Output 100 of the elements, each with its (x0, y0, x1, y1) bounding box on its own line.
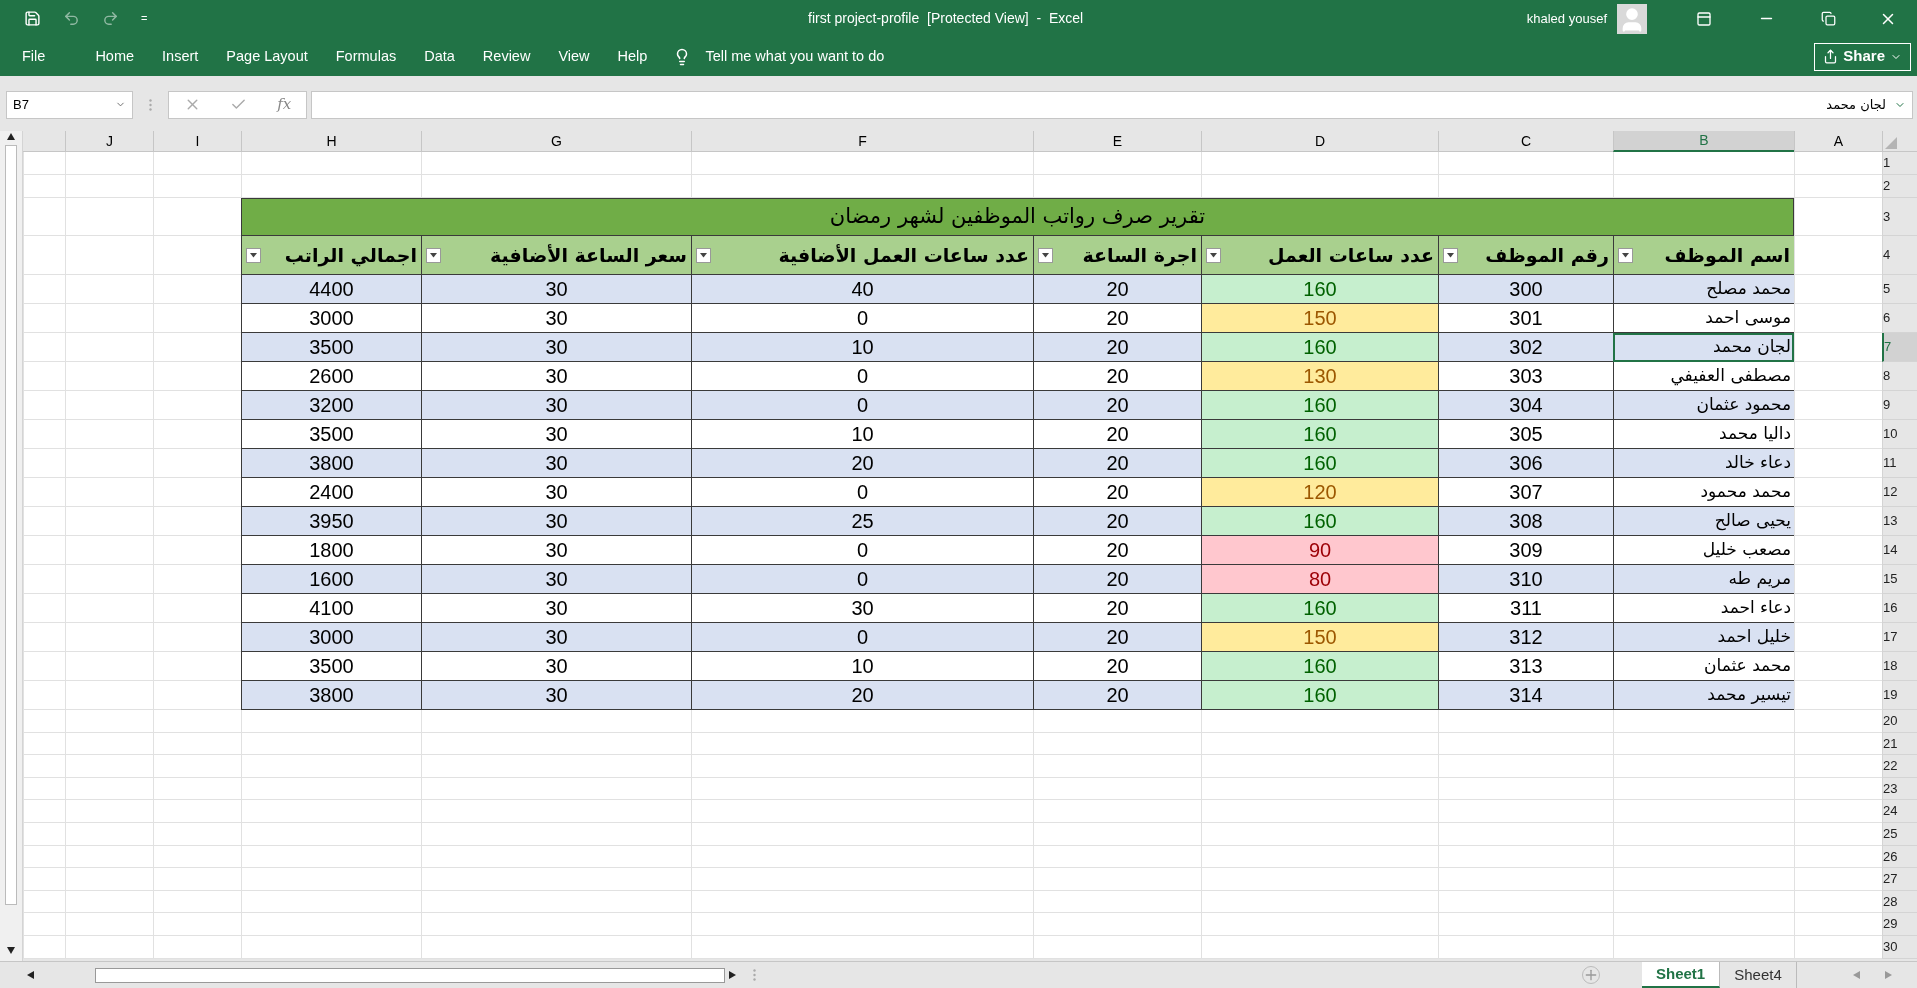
formula-input[interactable]: لجان محمد (311, 90, 1913, 119)
grid-cell[interactable] (421, 777, 691, 801)
grid-cell[interactable] (153, 845, 241, 869)
grid-cell[interactable] (23, 623, 65, 652)
sheet-prev-icon[interactable] (1853, 971, 1861, 979)
row-header[interactable]: 24 (1882, 800, 1917, 823)
grid-cell[interactable] (23, 478, 65, 507)
grid-cell[interactable] (241, 152, 421, 175)
row-header[interactable]: 1 (1882, 152, 1917, 175)
grid-cell[interactable] (153, 623, 241, 652)
ribbon-display-icon[interactable] (1696, 10, 1712, 27)
grid-cell[interactable] (153, 913, 241, 936)
ribbon-tab[interactable]: Help (603, 45, 662, 68)
grid-cell[interactable] (65, 845, 153, 869)
column-header[interactable]: F (691, 131, 1033, 152)
table-cell[interactable]: لجان محمد (1613, 333, 1794, 362)
grid-cell[interactable] (65, 536, 153, 565)
grid-cell[interactable] (23, 152, 65, 175)
grid-cell[interactable] (65, 652, 153, 681)
tell-me-field[interactable]: Tell me what you want to do (705, 45, 885, 68)
row-header[interactable]: 16 (1882, 594, 1917, 623)
row-header[interactable]: 2 (1882, 175, 1917, 198)
grid-cell[interactable] (691, 777, 1033, 801)
grid-cell[interactable] (153, 777, 241, 801)
row-header[interactable]: 8 (1882, 362, 1917, 391)
grid-cell[interactable] (421, 152, 691, 175)
table-cell[interactable]: محمد محمود (1613, 478, 1794, 507)
filter-button[interactable] (1443, 247, 1458, 263)
column-header[interactable]: H (241, 131, 421, 152)
filter-button[interactable] (426, 247, 441, 263)
grid-cell[interactable] (153, 362, 241, 391)
table-cell[interactable]: موسى احمد (1613, 304, 1794, 333)
table-cell[interactable]: مصطفى العفيفي (1613, 362, 1794, 391)
row-header[interactable]: 25 (1882, 822, 1917, 846)
scroll-down-icon[interactable] (7, 947, 15, 955)
grid-cell[interactable] (1033, 800, 1201, 823)
row-header[interactable]: 26 (1882, 845, 1917, 869)
grid-cell[interactable] (1794, 777, 1882, 801)
row-header[interactable]: 6 (1882, 304, 1917, 333)
ribbon-tab[interactable]: Insert (148, 45, 213, 68)
grid-cell[interactable] (153, 420, 241, 449)
ribbon-tab[interactable]: Data (410, 45, 469, 68)
grid-cell[interactable] (153, 478, 241, 507)
restore-icon[interactable] (1821, 11, 1836, 26)
grid-cell[interactable] (65, 594, 153, 623)
scroll-left-icon[interactable] (27, 971, 35, 979)
grid-cell[interactable] (153, 449, 241, 478)
grid-cell[interactable] (241, 845, 421, 869)
grid-cell[interactable] (65, 362, 153, 391)
grid-cell[interactable] (691, 800, 1033, 823)
grid-cell[interactable] (1794, 913, 1882, 936)
grid-cell[interactable] (1613, 800, 1794, 823)
grid-cell[interactable] (1033, 890, 1201, 914)
table-cell[interactable]: يحيى صالح (1613, 507, 1794, 536)
row-header[interactable]: 23 (1882, 777, 1917, 801)
share-button[interactable]: Share (1814, 42, 1911, 71)
insert-function-button[interactable]: fx (277, 93, 292, 116)
ribbon-tab[interactable]: Formulas (321, 45, 411, 68)
grid-cell[interactable] (1794, 391, 1882, 420)
grid-cell[interactable] (1613, 935, 1794, 959)
grid-cell[interactable] (1201, 822, 1438, 846)
row-header[interactable]: 11 (1882, 449, 1917, 478)
filter-button[interactable] (696, 247, 711, 263)
grid-cell[interactable] (153, 890, 241, 914)
grid-cell[interactable] (23, 594, 65, 623)
row-header[interactable]: 9 (1882, 391, 1917, 420)
grid-cell[interactable] (153, 507, 241, 536)
table-cell[interactable]: مصعب خليل (1613, 536, 1794, 565)
grid-cell[interactable] (65, 710, 153, 733)
grid-cell[interactable] (1794, 800, 1882, 823)
grid-cell[interactable] (1033, 935, 1201, 959)
grid-cell[interactable] (65, 777, 153, 801)
column-header[interactable]: B (1613, 131, 1794, 152)
sheet-next-icon[interactable] (1885, 971, 1893, 979)
grid-cell[interactable] (65, 681, 153, 710)
grid-cell[interactable] (1201, 755, 1438, 778)
grid-cell[interactable] (153, 755, 241, 778)
grid-cell[interactable] (153, 800, 241, 823)
grid-cell[interactable] (23, 845, 65, 869)
ribbon-tab[interactable]: Review (468, 45, 545, 68)
grid-cell[interactable] (23, 890, 65, 914)
grid-cell[interactable] (65, 175, 153, 198)
grid-cell[interactable] (1613, 868, 1794, 891)
grid-cell[interactable] (1613, 152, 1794, 175)
grid-cell[interactable] (691, 845, 1033, 869)
grid-cell[interactable] (23, 822, 65, 846)
grid-cell[interactable] (1794, 681, 1882, 710)
row-header[interactable]: 19 (1882, 681, 1917, 710)
grid-cell[interactable] (1794, 175, 1882, 198)
grid-cell[interactable] (421, 845, 691, 869)
grid-cell[interactable] (421, 800, 691, 823)
grid-cell[interactable] (1613, 732, 1794, 756)
row-header[interactable]: 10 (1882, 420, 1917, 449)
grid-cell[interactable] (1613, 822, 1794, 846)
grid-cell[interactable] (23, 275, 65, 304)
row-header[interactable]: 27 (1882, 868, 1917, 891)
grid-cell[interactable] (65, 152, 153, 175)
grid-cell[interactable] (1794, 710, 1882, 733)
grid-cell[interactable] (1613, 777, 1794, 801)
column-header[interactable]: A (1794, 131, 1882, 152)
